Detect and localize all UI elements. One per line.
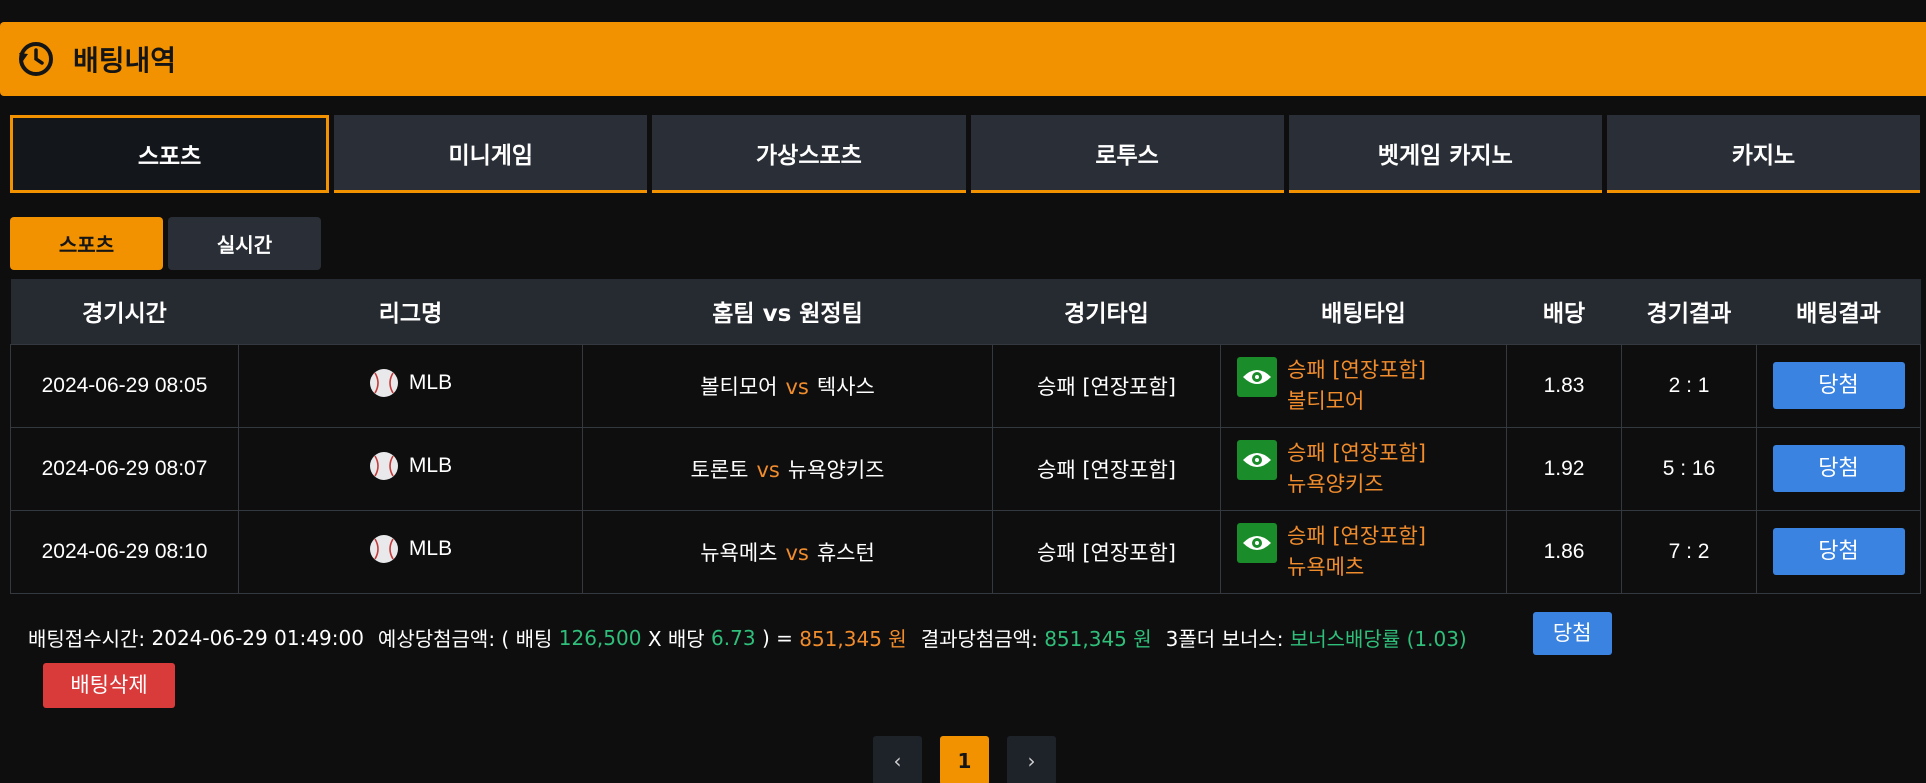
away-team: 휴스턴	[816, 540, 875, 565]
total-odds: 6.73	[711, 625, 756, 650]
home-team: 토론토	[690, 457, 749, 482]
delete-bet-button[interactable]: 배팅삭제	[43, 663, 175, 708]
times-label: X 배당	[647, 627, 705, 651]
tab-minigame[interactable]: 미니게임	[334, 115, 648, 193]
bet-type-label: 승패 [연장포함]	[1287, 523, 1426, 548]
table-row: 2024-06-29 08:10 MLB 뉴욕메츠 vs 휴스턴 승패 [연장포함]…	[10, 509, 1921, 594]
betting-table: 경기시간 리그명 홈팀 vs 원정팀 경기타입 배팅타입 배당 경기결과 배팅결…	[10, 279, 1921, 594]
table-row: 2024-06-29 08:07 MLB 토론토 vs 뉴욕양키즈 승패 [연장포함…	[10, 426, 1921, 511]
subtabs: 스포츠 실시간	[10, 217, 321, 270]
cell-score: 5 : 16	[1621, 426, 1757, 511]
cell-bet-type: 승패 [연장포함] 뉴욕메츠	[1220, 509, 1507, 594]
col-header-game-type: 경기타입	[992, 279, 1221, 344]
cell-bet-result: 당첨	[1756, 509, 1921, 594]
vs-label: vs	[756, 457, 780, 482]
home-team: 볼티모어	[700, 374, 778, 399]
cell-bet-result: 당첨	[1756, 343, 1921, 428]
page-header: 배팅내역	[0, 22, 1926, 96]
league-name: MLB	[408, 370, 453, 394]
away-team: 뉴욕양키즈	[787, 457, 885, 482]
page-button-current[interactable]: 1	[940, 736, 989, 783]
category-tabs: 스포츠 미니게임 가상스포츠 로투스 벳게임 카지노 카지노	[10, 115, 1921, 193]
expected-label: 예상당첨금액: ( 배팅	[377, 627, 553, 651]
subtab-sports[interactable]: 스포츠	[10, 217, 163, 270]
expected-amount: 851,345 원	[799, 627, 907, 651]
cell-time: 2024-06-29 08:07	[10, 426, 239, 511]
col-header-time: 경기시간	[10, 279, 239, 344]
next-page-button[interactable]: ›	[1007, 736, 1056, 783]
win-button[interactable]: 당첨	[1772, 528, 1905, 575]
result-amount: 851,345 원	[1044, 627, 1152, 651]
tab-virtual-sports[interactable]: 가상스포츠	[652, 115, 966, 193]
status-win-button[interactable]: 당첨	[1532, 612, 1612, 655]
cell-game-type: 승패 [연장포함]	[992, 509, 1221, 594]
clock-history-icon	[19, 42, 53, 76]
bonus-value: 보너스배당률 (1.03)	[1289, 627, 1467, 651]
bet-type-label: 승패 [연장포함]	[1287, 440, 1426, 465]
bet-type-label: 승패 [연장포함]	[1287, 357, 1426, 382]
bet-amount: 126,500	[558, 625, 642, 650]
result-label: 결과당첨금액:	[920, 627, 1038, 651]
baseball-icon	[369, 534, 398, 563]
bonus-label: 3폴더 보너스:	[1165, 627, 1284, 651]
cell-odds: 1.86	[1506, 509, 1622, 594]
cell-time: 2024-06-29 08:10	[10, 509, 239, 594]
tab-casino[interactable]: 카지노	[1606, 115, 1921, 193]
table-row: 2024-06-29 08:05 MLB 볼티모어 vs 텍사스 승패 [연장포함]…	[10, 343, 1921, 428]
cell-league: MLB	[238, 509, 583, 594]
vs-label: vs	[785, 374, 809, 399]
baseball-icon	[369, 451, 398, 480]
cell-score: 7 : 2	[1621, 509, 1757, 594]
cell-game-type: 승패 [연장포함]	[992, 426, 1221, 511]
cell-bet-type: 승패 [연장포함] 뉴욕양키즈	[1220, 426, 1507, 511]
bet-pick: 뉴욕메츠	[1287, 554, 1365, 579]
cell-league: MLB	[238, 426, 583, 511]
bet-summary: 배팅접수시간: 2024-06-29 01:49:00 예상당첨금액: ( 배팅…	[28, 612, 1908, 655]
vs-label: vs	[785, 540, 809, 565]
baseball-icon	[369, 368, 398, 397]
subtab-live[interactable]: 실시간	[168, 217, 321, 270]
win-button[interactable]: 당첨	[1772, 445, 1905, 492]
tab-lotus[interactable]: 로투스	[970, 115, 1284, 193]
cell-teams: 볼티모어 vs 텍사스	[582, 343, 993, 428]
eye-icon[interactable]	[1237, 439, 1277, 480]
col-header-bet-type: 배팅타입	[1220, 279, 1507, 344]
bet-pick: 뉴욕양키즈	[1287, 471, 1384, 496]
home-team: 뉴욕메츠	[700, 540, 778, 565]
received-value: 2024-06-29 01:49:00	[151, 625, 364, 650]
eye-icon[interactable]	[1237, 356, 1277, 397]
cell-score: 2 : 1	[1621, 343, 1757, 428]
pagination: ‹ 1 ›	[873, 736, 1056, 783]
page-title: 배팅내역	[73, 44, 177, 77]
cell-bet-result: 당첨	[1756, 426, 1921, 511]
league-name: MLB	[408, 453, 453, 477]
tab-betgame-casino[interactable]: 벳게임 카지노	[1288, 115, 1602, 193]
bet-pick: 볼티모어	[1287, 388, 1365, 413]
col-header-league: 리그명	[238, 279, 583, 344]
col-header-odds: 배당	[1506, 279, 1622, 344]
cell-teams: 토론토 vs 뉴욕양키즈	[582, 426, 993, 511]
col-header-bet-result: 배팅결과	[1756, 279, 1921, 344]
cell-odds: 1.92	[1506, 426, 1622, 511]
prev-page-button[interactable]: ‹	[873, 736, 922, 783]
col-header-teams: 홈팀 vs 원정팀	[582, 279, 993, 344]
cell-bet-type: 승패 [연장포함] 볼티모어	[1220, 343, 1507, 428]
table-header-row: 경기시간 리그명 홈팀 vs 원정팀 경기타입 배팅타입 배당 경기결과 배팅결…	[10, 279, 1921, 344]
cell-odds: 1.83	[1506, 343, 1622, 428]
cell-time: 2024-06-29 08:05	[10, 343, 239, 428]
col-header-score: 경기결과	[1621, 279, 1757, 344]
chevron-right-icon: ›	[1027, 748, 1036, 773]
received-label: 배팅접수시간:	[28, 627, 146, 651]
league-name: MLB	[408, 536, 453, 560]
tab-sports[interactable]: 스포츠	[10, 115, 330, 193]
cell-teams: 뉴욕메츠 vs 휴스턴	[582, 509, 993, 594]
equals-label: ) =	[761, 625, 793, 650]
cell-league: MLB	[238, 343, 583, 428]
win-button[interactable]: 당첨	[1772, 362, 1905, 409]
eye-icon[interactable]	[1237, 522, 1277, 563]
cell-game-type: 승패 [연장포함]	[992, 343, 1221, 428]
away-team: 텍사스	[816, 374, 875, 399]
chevron-left-icon: ‹	[893, 748, 902, 773]
